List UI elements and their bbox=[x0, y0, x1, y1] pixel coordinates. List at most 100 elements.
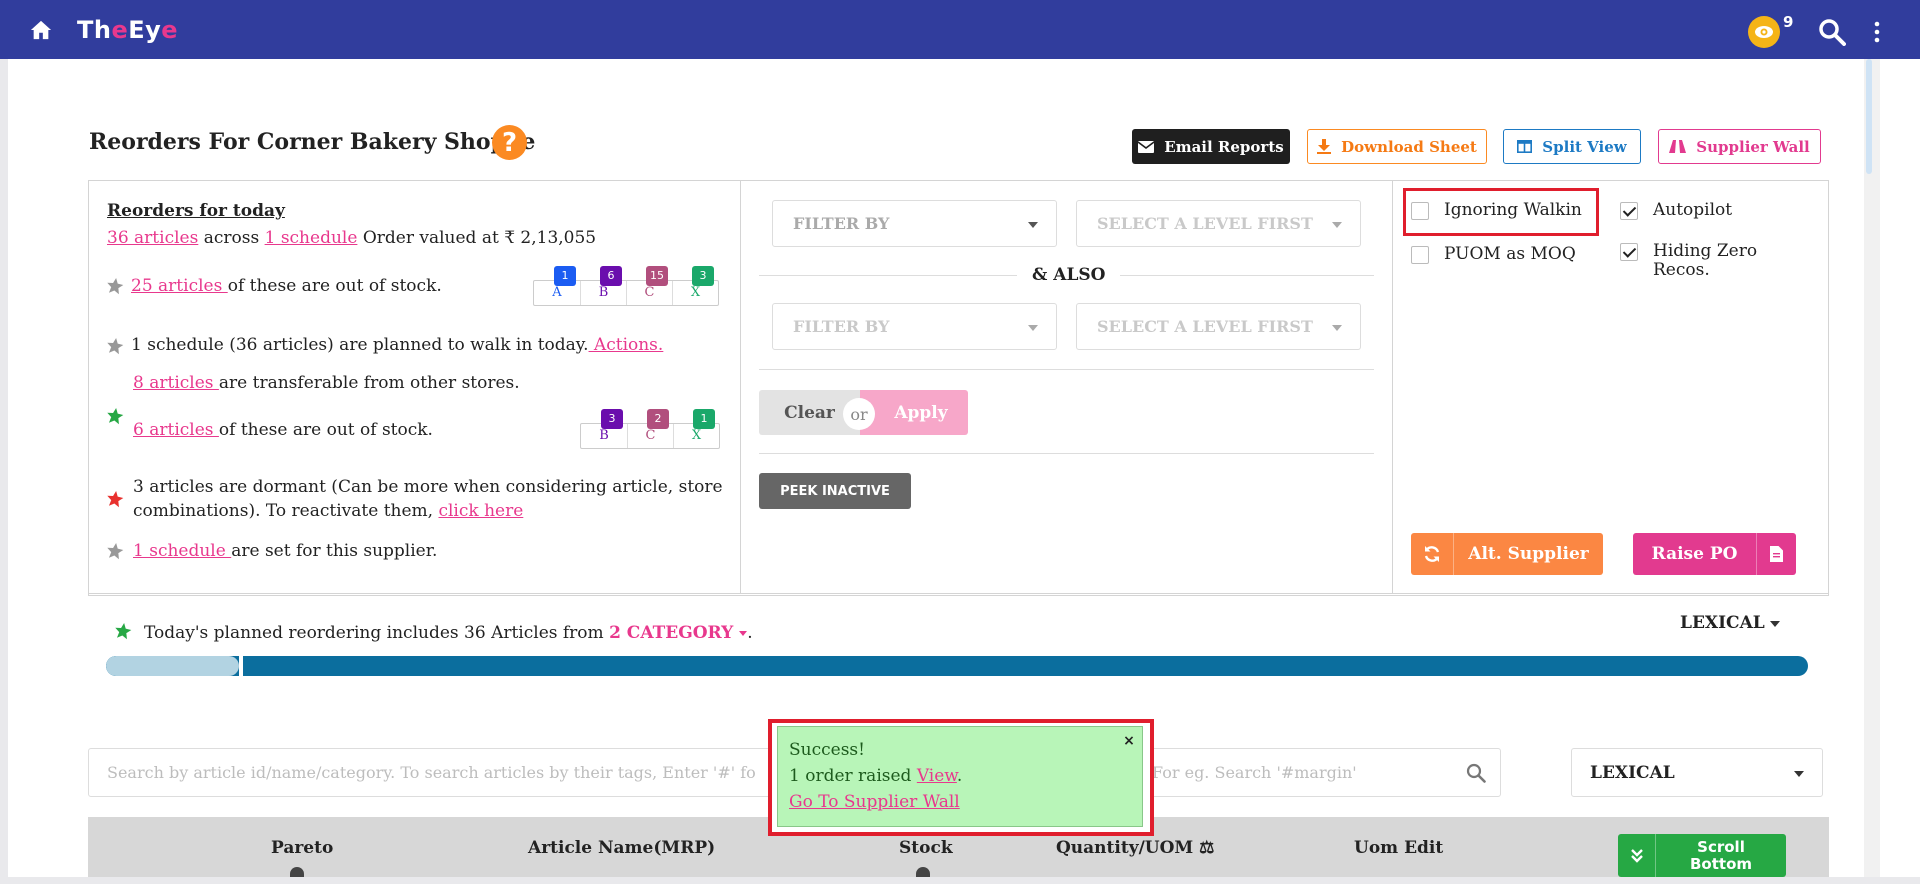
filter-by-select-1[interactable]: FILTER BY bbox=[772, 200, 1057, 247]
abc-tag-x[interactable]: X1 bbox=[673, 409, 719, 448]
out-of-stock-articles-link[interactable]: 25 articles bbox=[131, 276, 228, 296]
star-icon bbox=[107, 542, 124, 560]
ignoring-walkin-label: Ignoring Walkin bbox=[1444, 200, 1582, 220]
transfer-oos-articles-link[interactable]: 6 articles bbox=[133, 420, 219, 440]
also-label: & ALSO bbox=[1032, 265, 1106, 285]
out-of-stock-line: 25 articles of these are out of stock. bbox=[131, 276, 442, 296]
abc-tag-a[interactable]: A1 bbox=[534, 266, 580, 305]
star-icon bbox=[107, 337, 124, 355]
abc-tag-c[interactable]: C2 bbox=[627, 409, 673, 448]
page-scrollbar[interactable] bbox=[1864, 59, 1880, 877]
separator-line bbox=[759, 275, 1017, 276]
separator-line bbox=[1120, 275, 1374, 276]
toast-supplier-wall: Go To Supplier Wall bbox=[789, 792, 960, 812]
category-progress-fill bbox=[106, 656, 239, 676]
star-icon bbox=[107, 277, 124, 295]
category-progress-bar bbox=[106, 656, 1808, 676]
search-icon[interactable] bbox=[1466, 763, 1486, 783]
ignoring-walkin-checkbox[interactable] bbox=[1411, 202, 1429, 220]
autopilot-label: Autopilot bbox=[1653, 200, 1733, 220]
column-stock[interactable]: Stock bbox=[899, 838, 953, 858]
transfer-line: 8 articles are transferable from other s… bbox=[133, 373, 520, 393]
abc-tag-x[interactable]: X3 bbox=[672, 266, 718, 305]
warehouse-icon bbox=[916, 867, 930, 877]
puom-as-moq-checkbox[interactable] bbox=[1411, 246, 1429, 264]
reactivate-link[interactable]: click here bbox=[438, 501, 523, 521]
schedules-line: 1 schedule are set for this supplier. bbox=[133, 541, 438, 561]
walkin-line: 1 schedule (36 articles) are planned to … bbox=[131, 335, 664, 355]
scroll-bottom-button[interactable]: Scroll Bottom bbox=[1618, 834, 1786, 877]
abc-tag-b[interactable]: B6 bbox=[580, 266, 626, 305]
search-placeholder-tail: For eg. Search '#margin' bbox=[1152, 763, 1357, 782]
autopilot-checkbox[interactable] bbox=[1620, 202, 1638, 220]
level-select-1[interactable]: SELECT A LEVEL FIRST bbox=[1076, 200, 1361, 247]
abc-tag-b[interactable]: B3 bbox=[581, 409, 627, 448]
star-icon bbox=[115, 622, 132, 640]
panel-divider bbox=[88, 593, 1829, 594]
alt-supplier-button[interactable]: Alt. Supplier bbox=[1411, 533, 1603, 575]
star-icon bbox=[107, 407, 124, 425]
page-scrollbar-thumb[interactable] bbox=[1866, 59, 1872, 174]
planned-reorder-line: Today's planned reordering includes 36 A… bbox=[144, 623, 753, 643]
close-icon[interactable]: × bbox=[1121, 733, 1137, 749]
transferable-articles-link[interactable]: 8 articles bbox=[133, 373, 219, 393]
email-reports-button[interactable]: Email Reports bbox=[1132, 129, 1290, 164]
peek-inactive-button[interactable]: PEEK INACTIVE bbox=[759, 473, 911, 509]
document-icon bbox=[1756, 533, 1796, 575]
right-edge bbox=[1880, 59, 1920, 877]
supplier-wall-button[interactable]: Supplier Wall bbox=[1658, 129, 1821, 164]
search-icon[interactable] bbox=[1818, 18, 1846, 46]
page-title: Reorders For Corner Bakery Shoppe bbox=[89, 129, 536, 155]
column-quantity-uom[interactable]: Quantity/UOM ⚖ bbox=[1056, 838, 1214, 858]
columns-icon bbox=[1517, 140, 1533, 153]
hiding-zero-recos-checkbox[interactable] bbox=[1620, 243, 1638, 261]
column-article-name[interactable]: Article Name(MRP) bbox=[528, 838, 715, 858]
panel-divider bbox=[740, 180, 741, 594]
split-view-button[interactable]: Split View bbox=[1503, 129, 1641, 164]
help-icon[interactable]: ? bbox=[492, 125, 527, 160]
download-sheet-button[interactable]: Download Sheet bbox=[1307, 129, 1487, 164]
go-to-supplier-wall-link[interactable]: Go To Supplier Wall bbox=[789, 792, 960, 812]
road-icon bbox=[1669, 140, 1687, 153]
download-icon bbox=[1317, 139, 1332, 154]
category-dropdown[interactable]: 2 CATEGORY bbox=[609, 623, 748, 643]
eye-notification-icon[interactable] bbox=[1748, 16, 1780, 48]
schedule-link[interactable]: 1 schedule bbox=[265, 228, 358, 248]
abc-tag-group: A1 B6 C 15 X3 bbox=[533, 266, 719, 306]
reorders-heading: Reorders for today bbox=[107, 201, 285, 221]
home-icon[interactable] bbox=[30, 19, 52, 41]
progress-separator bbox=[239, 656, 243, 676]
notification-count: 9 bbox=[1783, 13, 1794, 31]
separator-line bbox=[759, 369, 1374, 370]
toast-title: Success! bbox=[789, 740, 865, 760]
envelope-icon bbox=[1138, 140, 1155, 153]
actions-link[interactable]: Actions. bbox=[589, 335, 663, 355]
sort-select[interactable]: LEXICAL bbox=[1571, 748, 1823, 797]
brand-logo[interactable]: TheEye bbox=[77, 16, 178, 44]
or-divider: or bbox=[843, 398, 875, 430]
puom-as-moq-label: PUOM as MOQ bbox=[1444, 244, 1576, 264]
dormant-line-1: 3 articles are dormant (Can be more when… bbox=[133, 477, 723, 497]
column-uom-edit[interactable]: Uom Edit bbox=[1354, 838, 1443, 858]
view-order-link[interactable]: View bbox=[917, 766, 957, 786]
raise-po-button[interactable]: Raise PO bbox=[1633, 533, 1796, 575]
more-menu-icon[interactable] bbox=[1872, 21, 1882, 43]
level-select-2[interactable]: SELECT A LEVEL FIRST bbox=[1076, 303, 1361, 350]
toast-message: 1 order raised View. bbox=[789, 766, 963, 786]
column-pareto[interactable]: Pareto bbox=[271, 838, 333, 858]
articles-link[interactable]: 36 articles bbox=[107, 228, 198, 248]
abc-tag-c[interactable]: C 15 bbox=[626, 266, 672, 305]
separator-line bbox=[759, 453, 1374, 454]
apply-button[interactable]: Apply bbox=[860, 390, 968, 435]
category-sort-dropdown[interactable]: LEXICAL bbox=[1680, 613, 1780, 633]
order-value: Order valued at ₹ 2,13,055 bbox=[362, 228, 597, 248]
schedules-link[interactable]: 1 schedule bbox=[133, 541, 231, 561]
abc-tag-group: B3 C2 X1 bbox=[580, 409, 720, 449]
reorders-overview: 36 articles across 1 schedule Order valu… bbox=[107, 228, 597, 248]
top-navbar: TheEye 9 bbox=[0, 0, 1920, 59]
refresh-icon bbox=[1411, 533, 1454, 575]
filter-by-select-2[interactable]: FILTER BY bbox=[772, 303, 1057, 350]
double-chevron-down-icon bbox=[1618, 834, 1656, 877]
star-icon bbox=[107, 490, 124, 508]
transfer-out-of-stock-line: 6 articles of these are out of stock. bbox=[133, 420, 433, 440]
